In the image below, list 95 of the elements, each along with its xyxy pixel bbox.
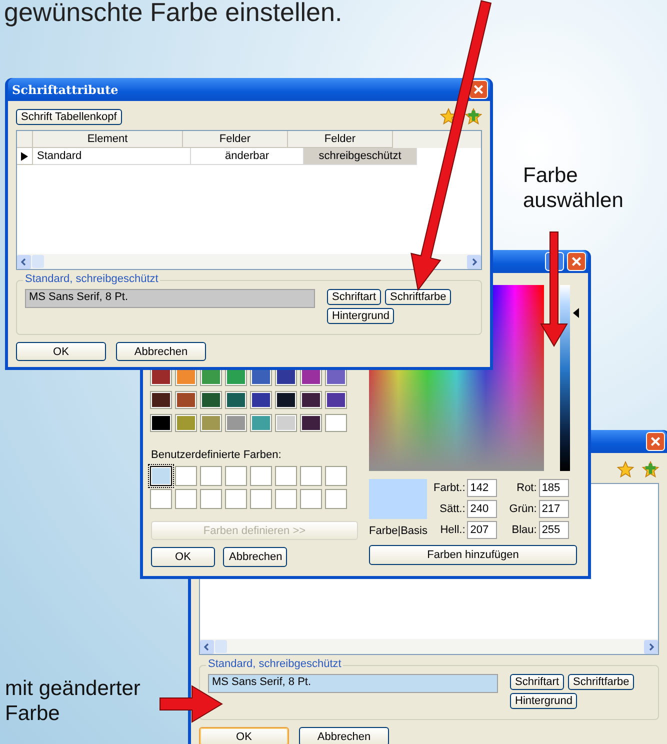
color-swatch[interactable] — [326, 392, 346, 408]
star-icon[interactable] — [440, 108, 457, 126]
color-swatch[interactable] — [276, 467, 296, 485]
color-swatch[interactable] — [201, 392, 221, 408]
color-swatch[interactable] — [301, 467, 321, 485]
color-swatch[interactable] — [251, 490, 271, 508]
number-field[interactable]: 142 — [467, 479, 498, 497]
color-swatch[interactable] — [226, 415, 246, 431]
field-label: Rot: — [516, 482, 537, 494]
color-swatch[interactable] — [276, 392, 296, 408]
annotation-text: Farbe auswählen — [523, 163, 624, 214]
number-field[interactable]: 207 — [467, 521, 498, 539]
color-swatch[interactable] — [251, 467, 271, 485]
column-header[interactable]: Element — [33, 131, 183, 148]
add-colors-button[interactable]: Farben hinzufügen — [369, 545, 577, 565]
field-label: Blau: — [512, 524, 537, 536]
font-preview-field: MS Sans Serif, 8 Pt. — [208, 674, 498, 693]
table-cell[interactable]: schreibgeschützt — [304, 148, 417, 166]
color-swatch[interactable] — [226, 467, 246, 485]
color-swatch[interactable] — [176, 369, 196, 385]
dialog-button[interactable]: Abbrechen — [223, 547, 287, 567]
color-swatch[interactable] — [301, 392, 321, 408]
dialog-button[interactable]: OK — [199, 727, 289, 744]
color-swatch[interactable] — [326, 490, 346, 508]
color-swatch[interactable] — [176, 467, 196, 485]
color-swatch[interactable] — [151, 490, 171, 508]
preview-label: Farbe|Basis — [369, 525, 428, 537]
window-title: Schriftattribute — [12, 82, 118, 96]
color-swatch[interactable] — [326, 467, 346, 485]
color-swatch[interactable] — [276, 490, 296, 508]
color-swatch[interactable] — [226, 369, 246, 385]
number-field[interactable]: 185 — [538, 479, 569, 497]
font-option-button[interactable]: Hintergrund — [327, 308, 394, 324]
color-swatch[interactable] — [201, 490, 221, 508]
toolbar-button[interactable]: Schrift Tabellenkopf — [16, 108, 122, 125]
caption-text: gewünschte Farbe einstellen. — [4, 0, 342, 28]
star-icon[interactable] — [617, 460, 634, 478]
slider-thumb-icon[interactable] — [573, 308, 579, 318]
field-label: Farbt.: — [434, 482, 466, 494]
dialog-button[interactable]: OK — [151, 547, 215, 567]
color-swatch[interactable] — [251, 415, 271, 431]
field-label: Hell.: — [440, 524, 466, 536]
number-field[interactable]: 217 — [538, 500, 569, 518]
color-swatch[interactable] — [201, 369, 221, 385]
group-label: Standard, schreibgeschützt — [23, 273, 160, 285]
color-swatch[interactable] — [226, 392, 246, 408]
color-swatch[interactable] — [251, 369, 271, 385]
table-cell[interactable]: Standard — [33, 148, 191, 166]
font-option-button[interactable]: Schriftfarbe — [568, 674, 634, 690]
star-plus-icon[interactable] — [642, 460, 659, 478]
font-option-button[interactable]: Schriftfarbe — [385, 289, 452, 305]
color-swatch[interactable] — [151, 467, 171, 485]
custom-colors-label: Benutzerdefinierte Farben: — [151, 449, 282, 461]
color-swatch[interactable] — [301, 415, 321, 431]
scroll-left-icon[interactable] — [200, 640, 214, 654]
star-plus-icon[interactable] — [465, 108, 482, 126]
font-option-button[interactable]: Schriftart — [510, 674, 564, 690]
dialog-button[interactable]: Abbrechen — [299, 727, 389, 744]
group-label: Standard, schreibgeschützt — [206, 658, 344, 670]
font-option-button[interactable]: Schriftart — [327, 289, 382, 305]
scroll-thumb[interactable] — [32, 255, 44, 268]
color-swatch[interactable] — [301, 369, 321, 385]
color-swatch[interactable] — [151, 369, 171, 385]
color-swatch[interactable] — [176, 490, 196, 508]
horizontal-scrollbar[interactable] — [17, 254, 481, 269]
luminosity-slider[interactable] — [560, 285, 582, 471]
column-header[interactable]: Felder — [183, 131, 288, 148]
color-swatch[interactable] — [301, 490, 321, 508]
font-preview-field: MS Sans Serif, 8 Pt. — [25, 289, 315, 308]
annotation-text: mit geänderter Farbe — [5, 676, 142, 726]
dialog-button[interactable]: Abbrechen — [116, 342, 206, 361]
color-swatch[interactable] — [326, 369, 346, 385]
number-field[interactable]: 240 — [467, 500, 498, 518]
color-swatch[interactable] — [201, 415, 221, 431]
color-swatch[interactable] — [176, 392, 196, 408]
color-swatch[interactable] — [276, 415, 296, 431]
color-swatch[interactable] — [151, 392, 171, 408]
color-swatch[interactable] — [151, 415, 171, 431]
color-swatch[interactable] — [201, 467, 221, 485]
dialog-button[interactable]: OK — [16, 342, 106, 361]
color-swatch[interactable] — [251, 392, 271, 408]
color-swatch[interactable] — [226, 490, 246, 508]
horizontal-scrollbar[interactable] — [200, 639, 658, 654]
scroll-left-icon[interactable] — [17, 254, 31, 268]
number-field[interactable]: 255 — [538, 521, 569, 539]
color-swatch[interactable] — [176, 415, 196, 431]
field-label: Grün: — [509, 503, 537, 515]
scroll-right-icon[interactable] — [467, 254, 481, 268]
color-swatch[interactable] — [326, 415, 346, 431]
field-label: Sätt.: — [440, 503, 466, 515]
scroll-right-icon[interactable] — [644, 640, 658, 654]
font-option-button[interactable]: Hintergrund — [510, 693, 578, 709]
scroll-thumb[interactable] — [215, 640, 227, 653]
arrow — [160, 685, 223, 723]
color-swatch[interactable] — [276, 369, 296, 385]
